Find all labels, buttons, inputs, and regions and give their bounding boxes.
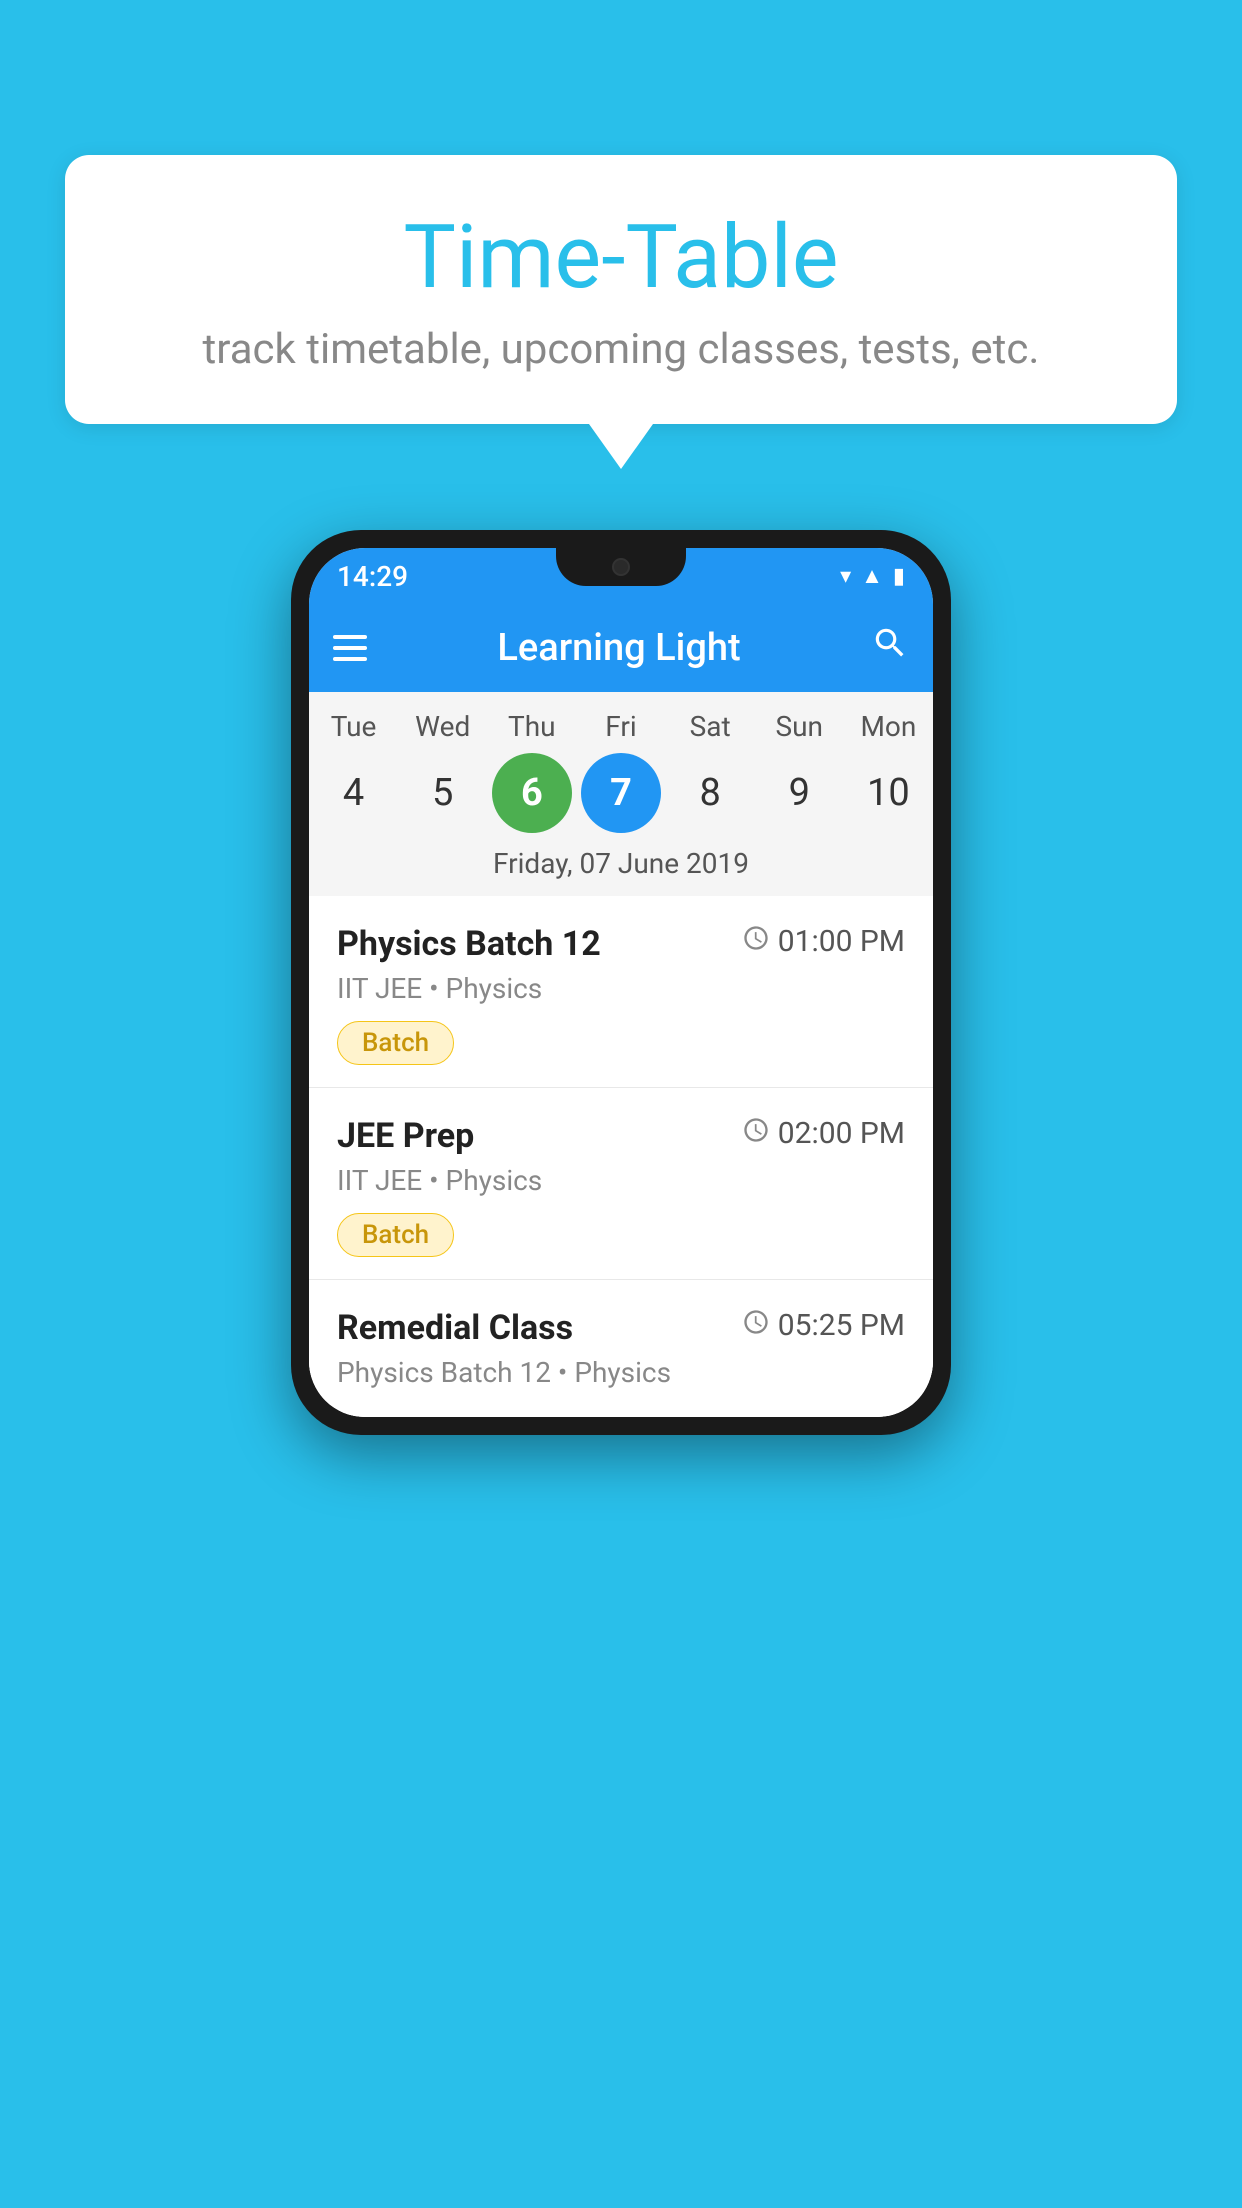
day-header-mon: Mon — [848, 710, 928, 743]
status-bar: 14:29 ▾ ▲ ▮ — [309, 548, 933, 604]
wifi-icon: ▾ — [840, 564, 851, 589]
schedule-subtitle-2: IIT JEE • Physics — [337, 1164, 905, 1197]
day-header-fri: Fri — [581, 710, 661, 743]
day-headers: Tue Wed Thu Fri Sat Sun Mon — [309, 710, 933, 743]
day-header-sat: Sat — [670, 710, 750, 743]
day-numbers: 4 5 6 7 8 9 10 — [309, 753, 933, 833]
bubble-tail — [589, 424, 653, 469]
day-header-thu: Thu — [492, 710, 572, 743]
app-bar: Learning Light — [309, 604, 933, 692]
status-time: 14:29 — [337, 560, 408, 593]
battery-icon: ▮ — [893, 564, 905, 589]
day-header-tue: Tue — [314, 710, 394, 743]
speech-bubble-card: Time-Table track timetable, upcoming cla… — [65, 155, 1177, 424]
time-text-1: 01:00 PM — [778, 924, 905, 959]
menu-button[interactable] — [333, 635, 367, 661]
clock-icon-1 — [742, 924, 770, 959]
signal-icon: ▲ — [861, 563, 883, 589]
search-icon[interactable] — [871, 624, 909, 672]
speech-bubble-section: Time-Table track timetable, upcoming cla… — [65, 155, 1177, 469]
schedule-item-2-header: JEE Prep 02:00 PM — [337, 1116, 905, 1156]
schedule-title-2: JEE Prep — [337, 1116, 474, 1156]
camera — [612, 558, 630, 576]
status-icons: ▾ ▲ ▮ — [840, 563, 905, 589]
day-4[interactable]: 4 — [314, 753, 394, 833]
schedule-time-2: 02:00 PM — [742, 1116, 905, 1151]
phone-frame: 14:29 ▾ ▲ ▮ Learning Light — [291, 530, 951, 1435]
bubble-subtitle: track timetable, upcoming classes, tests… — [125, 325, 1117, 374]
schedule-list: Physics Batch 12 01:00 PM IIT JEE • Phys… — [309, 896, 933, 1417]
day-7-selected[interactable]: 7 — [581, 753, 661, 833]
schedule-item-1-header: Physics Batch 12 01:00 PM — [337, 924, 905, 964]
schedule-item-3-header: Remedial Class 05:25 PM — [337, 1308, 905, 1348]
time-text-3: 05:25 PM — [778, 1308, 905, 1343]
schedule-title-1: Physics Batch 12 — [337, 924, 601, 964]
batch-badge-2: Batch — [337, 1213, 454, 1257]
schedule-subtitle-1: IIT JEE • Physics — [337, 972, 905, 1005]
schedule-time-1: 01:00 PM — [742, 924, 905, 959]
schedule-item-3[interactable]: Remedial Class 05:25 PM Physics Batch 12… — [309, 1280, 933, 1417]
batch-badge-1: Batch — [337, 1021, 454, 1065]
clock-icon-3 — [742, 1308, 770, 1343]
day-10[interactable]: 10 — [848, 753, 928, 833]
clock-icon-2 — [742, 1116, 770, 1151]
time-text-2: 02:00 PM — [778, 1116, 905, 1151]
calendar-strip: Tue Wed Thu Fri Sat Sun Mon 4 5 6 7 8 9 … — [309, 692, 933, 896]
phone-screen: 14:29 ▾ ▲ ▮ Learning Light — [309, 548, 933, 1417]
day-header-sun: Sun — [759, 710, 839, 743]
day-9[interactable]: 9 — [759, 753, 839, 833]
schedule-item-2[interactable]: JEE Prep 02:00 PM IIT JEE • Physics Batc… — [309, 1088, 933, 1280]
notch — [556, 548, 686, 586]
day-header-wed: Wed — [403, 710, 483, 743]
selected-date-label: Friday, 07 June 2019 — [309, 847, 933, 884]
day-6-today[interactable]: 6 — [492, 753, 572, 833]
bubble-title: Time-Table — [125, 210, 1117, 307]
schedule-subtitle-3: Physics Batch 12 • Physics — [337, 1356, 905, 1389]
schedule-time-3: 05:25 PM — [742, 1308, 905, 1343]
app-title: Learning Light — [391, 626, 847, 670]
schedule-title-3: Remedial Class — [337, 1308, 573, 1348]
day-8[interactable]: 8 — [670, 753, 750, 833]
day-5[interactable]: 5 — [403, 753, 483, 833]
schedule-item-1[interactable]: Physics Batch 12 01:00 PM IIT JEE • Phys… — [309, 896, 933, 1088]
